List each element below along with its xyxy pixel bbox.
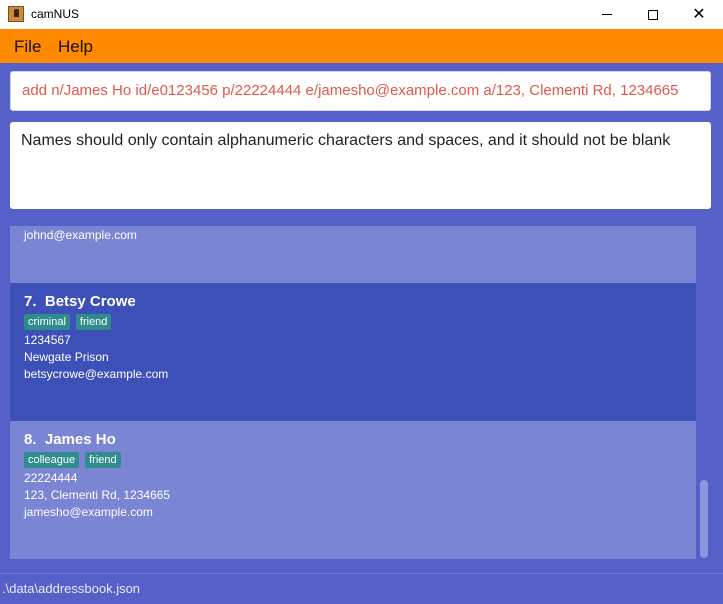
maximize-button[interactable] (630, 0, 676, 29)
tag-friend: friend (85, 452, 121, 468)
person-list[interactable]: johnd@example.com 7. Betsy Crowe crimina… (10, 226, 696, 559)
app-logo-icon (8, 6, 24, 22)
person-email: jamesho@example.com (24, 505, 153, 519)
person-phone: 22224444 (24, 471, 78, 485)
person-index: 8. (24, 431, 37, 448)
person-name-text: James Ho (44, 431, 116, 448)
person-address: 123, Clementi Rd, 1234665 (24, 488, 171, 502)
person-list-panel: johnd@example.com 7. Betsy Crowe crimina… (0, 218, 723, 573)
person-email: betsycrowe@example.com (24, 367, 169, 381)
scrollbar-thumb[interactable] (700, 480, 708, 558)
person-name: 7. Betsy Crowe (24, 293, 136, 310)
window-title: camNUS (31, 7, 80, 21)
command-input[interactable]: add n/James Ho id/e0123456 p/22224444 e/… (10, 71, 711, 111)
person-email: johnd@example.com (24, 228, 137, 242)
person-address: Newgate Prison (24, 350, 109, 364)
menu-help[interactable]: Help (58, 37, 93, 57)
minimize-icon (602, 14, 612, 15)
person-index: 7. (24, 293, 37, 310)
result-display: Names should only contain alphanumeric c… (10, 122, 711, 209)
person-name: 8. James Ho (24, 431, 116, 448)
status-bar: .\data\addressbook.json (0, 573, 723, 604)
person-card[interactable]: 8. James Ho colleague friend 22224444 12… (10, 421, 696, 559)
save-location: .\data\addressbook.json (2, 581, 141, 596)
list-scrollbar[interactable] (698, 226, 710, 567)
maximize-icon (648, 9, 658, 20)
close-icon: ✕ (692, 5, 706, 23)
menu-bar: File Help (0, 29, 723, 63)
menu-file[interactable]: File (14, 37, 41, 57)
person-phone: 1234567 (24, 333, 71, 347)
command-input-text[interactable]: add n/James Ho id/e0123456 p/22224444 e/… (22, 82, 700, 99)
minimize-button[interactable] (584, 0, 630, 29)
result-message: Names should only contain alphanumeric c… (21, 132, 671, 149)
person-card[interactable]: johnd@example.com (10, 226, 696, 283)
main-panel: add n/James Ho id/e0123456 p/22224444 e/… (0, 63, 723, 604)
close-button[interactable]: ✕ (676, 0, 722, 29)
title-bar: camNUS ✕ (0, 0, 723, 29)
tag-colleague: colleague (24, 452, 80, 468)
tag-criminal: criminal (24, 314, 70, 330)
person-card-selected[interactable]: 7. Betsy Crowe criminal friend 1234567 N… (10, 283, 696, 421)
person-tags: colleague friend (24, 452, 121, 468)
person-tags: criminal friend (24, 314, 112, 330)
person-name-text: Betsy Crowe (44, 293, 136, 310)
tag-friend: friend (75, 314, 112, 330)
